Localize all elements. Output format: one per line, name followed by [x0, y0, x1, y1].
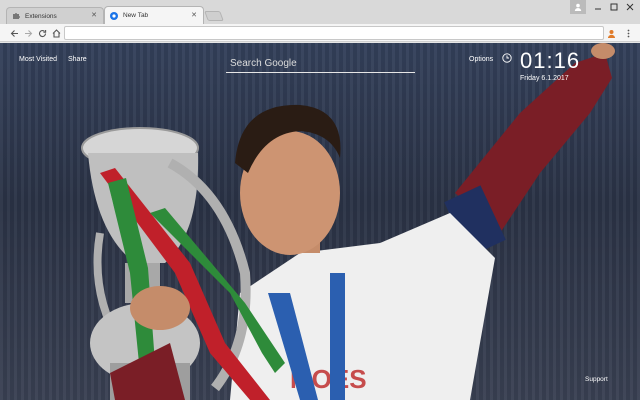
tab-title: Extensions: [25, 12, 57, 20]
minimize-button[interactable]: [590, 0, 606, 14]
profile-button[interactable]: [570, 0, 586, 14]
reload-icon: [38, 29, 46, 37]
support-link[interactable]: Support: [585, 376, 608, 383]
minimize-icon: [595, 8, 601, 10]
address-bar[interactable]: [64, 26, 604, 40]
background-photo: MOES: [81, 43, 615, 400]
reload-button[interactable]: [36, 27, 48, 39]
person-icon: [607, 29, 615, 38]
menu-button[interactable]: [622, 27, 634, 39]
close-icon: [626, 3, 634, 11]
forward-button[interactable]: [22, 27, 34, 39]
clock-time: 01:16: [520, 48, 581, 73]
arrow-left-icon: [10, 29, 18, 37]
clock-date: Friday 6.1.2017: [520, 75, 569, 82]
options-link[interactable]: Options: [469, 56, 493, 63]
tab-strip: Extensions ✕ New Tab ✕: [0, 0, 640, 24]
tab-new-tab[interactable]: New Tab ✕: [104, 6, 204, 24]
most-visited-link[interactable]: Most Visited: [19, 56, 57, 63]
home-icon: [52, 28, 60, 38]
window-close-button[interactable]: [622, 0, 638, 14]
newtab-icon: [110, 11, 118, 20]
back-button[interactable]: [8, 27, 20, 39]
clock-icon[interactable]: [502, 53, 512, 63]
search-box: [226, 53, 415, 73]
close-icon[interactable]: ✕: [190, 12, 198, 20]
share-link[interactable]: Share: [68, 56, 87, 63]
new-tab-button[interactable]: [204, 11, 224, 21]
new-tab-page: MOES Most Visited Share Options 01:16: [0, 43, 640, 400]
home-button[interactable]: [50, 27, 62, 39]
kebab-menu-icon: [627, 29, 629, 37]
tab-extensions[interactable]: Extensions ✕: [6, 7, 104, 24]
toolbar: [0, 24, 640, 42]
puzzle-icon: [12, 12, 20, 20]
profile-extension-button[interactable]: [605, 27, 617, 39]
close-icon[interactable]: ✕: [90, 12, 98, 20]
maximize-icon: [610, 3, 618, 11]
person-icon: [574, 3, 582, 11]
search-input[interactable]: [226, 54, 415, 73]
tab-title: New Tab: [123, 12, 149, 19]
arrow-right-icon: [24, 29, 32, 37]
maximize-button[interactable]: [606, 0, 622, 14]
